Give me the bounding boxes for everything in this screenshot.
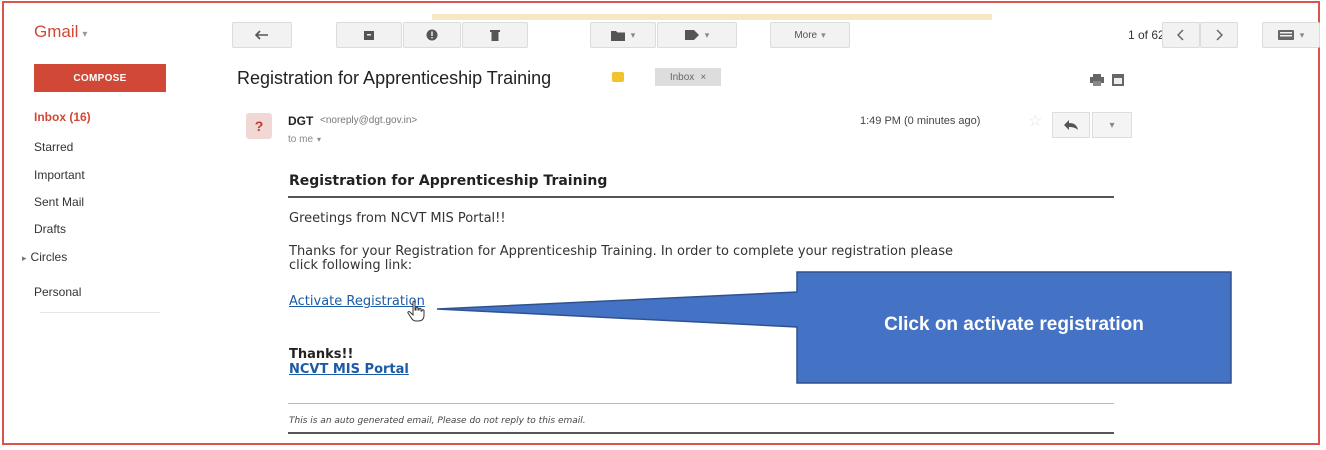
callout-shape — [436, 271, 1232, 384]
callout-text: Click on activate registration — [884, 314, 1144, 335]
